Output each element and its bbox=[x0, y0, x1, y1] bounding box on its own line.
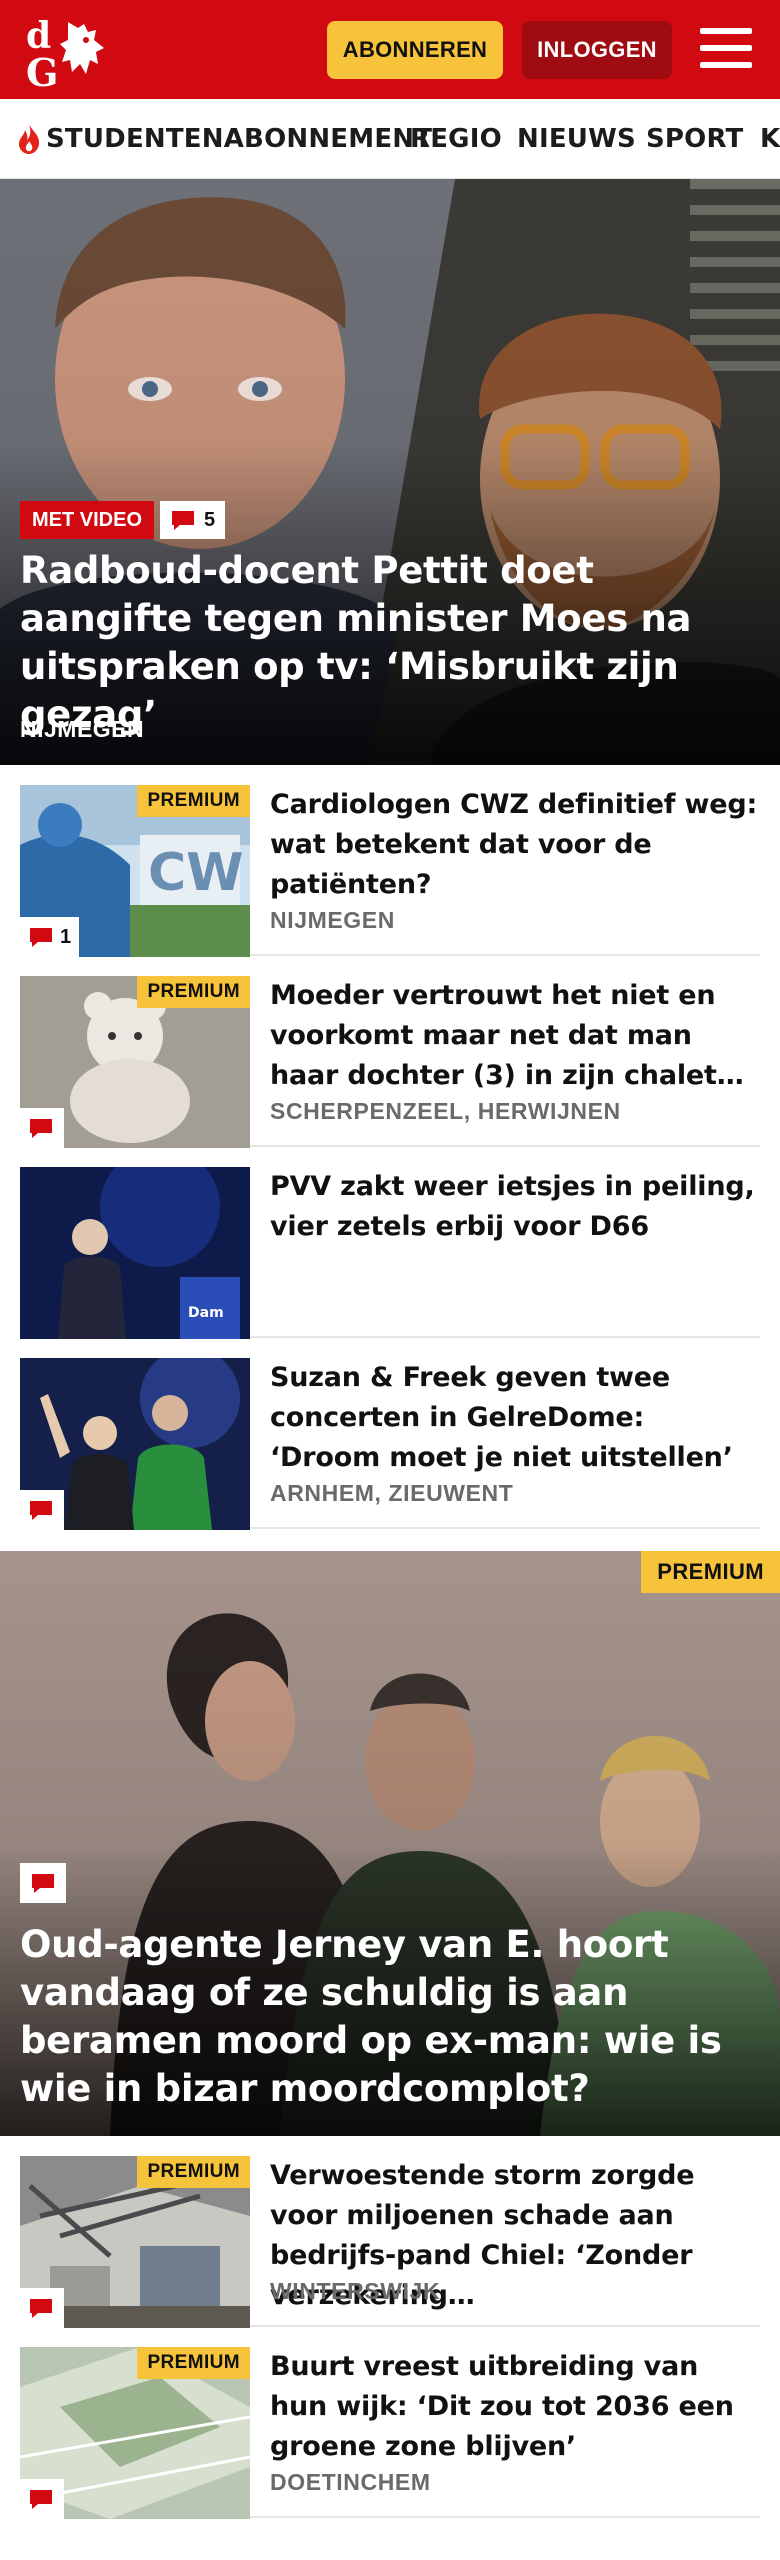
comment-count: 1 bbox=[60, 925, 72, 948]
article-thumbnail: Dam bbox=[20, 1167, 250, 1339]
premium-badge: PREMIUM bbox=[137, 976, 250, 1008]
premium-badge: PREMIUM bbox=[137, 2156, 250, 2188]
login-button[interactable]: INLOGGEN bbox=[522, 21, 672, 79]
svg-text:G: G bbox=[26, 50, 58, 90]
comment-badge[interactable] bbox=[20, 1863, 66, 1903]
main-navigation: STUDENTENABONNEMENT REGIO NIEUWS SPORT K bbox=[0, 99, 780, 179]
list-item[interactable]: Dam PVV zakt weer ietsjes in peiling, vi… bbox=[20, 1147, 760, 1339]
list-item[interactable]: PREMIUM Buurt vreest uitbreiding van hun… bbox=[20, 2327, 760, 2519]
nav-item-studentenabonnement[interactable]: STUDENTENABONNEMENT bbox=[16, 99, 433, 178]
comment-count: 5 bbox=[204, 508, 216, 531]
comment-icon bbox=[172, 511, 194, 530]
comment-icon bbox=[30, 2490, 52, 2509]
premium-badge: PREMIUM bbox=[137, 2347, 250, 2379]
hero-title[interactable]: Radboud-docent Pettit doet aangifte tege… bbox=[20, 547, 760, 739]
feature-article[interactable]: PREMIUM Oud-agente Jerney van E. hoort v… bbox=[0, 1551, 780, 2136]
comment-count-badge[interactable]: 5 bbox=[160, 501, 226, 539]
hero-location-tag: NIJMEGEN bbox=[20, 716, 145, 742]
feature-title[interactable]: Oud-agente Jerney van E. hoort vandaag o… bbox=[20, 1921, 760, 2113]
article-thumbnail: CW PREMIUM 1 bbox=[20, 785, 250, 957]
article-location-tag: DOETINCHEM bbox=[270, 2469, 431, 2495]
comment-icon bbox=[30, 1501, 52, 1520]
article-location-tag: NIJMEGEN bbox=[270, 907, 395, 933]
premium-badge: PREMIUM bbox=[641, 1551, 780, 1593]
svg-text:Dam: Dam bbox=[188, 1305, 224, 1321]
article-title[interactable]: Suzan & Freek geven twee concerten in Ge… bbox=[270, 1358, 760, 1478]
article-thumbnail bbox=[20, 1358, 250, 1530]
nav-item-regio[interactable]: REGIO bbox=[410, 99, 502, 178]
article-thumbnail: PREMIUM bbox=[20, 976, 250, 1148]
svg-text:CW: CW bbox=[148, 843, 244, 903]
article-title[interactable]: Buurt vreest uitbreiding van hun wijk: ‘… bbox=[270, 2347, 760, 2467]
article-location-tag: WINTERSWIJK bbox=[270, 2278, 441, 2304]
menu-icon[interactable] bbox=[700, 24, 752, 72]
nav-item-overflow[interactable]: K bbox=[760, 99, 780, 178]
list-item[interactable]: CW PREMIUM 1 Cardiologen CWZ definitief … bbox=[20, 765, 760, 957]
comment-badge[interactable] bbox=[20, 2288, 64, 2328]
article-thumbnail: PREMIUM bbox=[20, 2347, 250, 2519]
comment-icon bbox=[30, 2299, 52, 2318]
comment-icon bbox=[30, 928, 52, 947]
article-location-tag: ARNHEM, ZIEUWENT bbox=[270, 1480, 514, 1506]
article-thumbnail: PREMIUM bbox=[20, 2156, 250, 2328]
top-bar: d G ABONNEREN INLOGGEN bbox=[0, 0, 780, 99]
list-item[interactable]: Suzan & Freek geven twee concerten in Ge… bbox=[20, 1338, 760, 1530]
nav-item-sport[interactable]: SPORT bbox=[646, 99, 743, 178]
site-logo[interactable]: d G bbox=[24, 14, 120, 95]
comment-icon bbox=[32, 1874, 54, 1893]
comment-icon bbox=[30, 1119, 52, 1138]
comment-badge[interactable] bbox=[20, 2479, 64, 2519]
comment-badge[interactable] bbox=[20, 1490, 64, 1530]
video-badge: MET VIDEO bbox=[20, 501, 155, 539]
article-title[interactable]: PVV zakt weer ietsjes in peiling, vier z… bbox=[270, 1167, 760, 1247]
subscribe-button[interactable]: ABONNEREN bbox=[327, 21, 503, 79]
nav-item-label: STUDENTENABONNEMENT bbox=[46, 124, 433, 154]
list-item[interactable]: PREMIUM Verwoestende storm zorgde voor m… bbox=[20, 2136, 760, 2328]
flame-icon bbox=[19, 124, 40, 154]
article-location-tag: SCHERPENZEEL, HERWIJNEN bbox=[270, 1098, 621, 1124]
nav-item-nieuws[interactable]: NIEUWS bbox=[517, 99, 636, 178]
hero-article[interactable]: MET VIDEO 5 Radboud-docent Pettit doet a… bbox=[0, 179, 780, 765]
list-item[interactable]: PREMIUM Moeder vertrouwt het niet en voo… bbox=[20, 956, 760, 1148]
article-title[interactable]: Moeder vertrouwt het niet en voorkomt ma… bbox=[270, 976, 760, 1096]
comment-count-badge[interactable]: 1 bbox=[20, 917, 80, 957]
article-title[interactable]: Cardiologen CWZ definitief weg: wat bete… bbox=[270, 785, 760, 905]
premium-badge: PREMIUM bbox=[137, 785, 250, 817]
comment-badge[interactable] bbox=[20, 1108, 64, 1148]
